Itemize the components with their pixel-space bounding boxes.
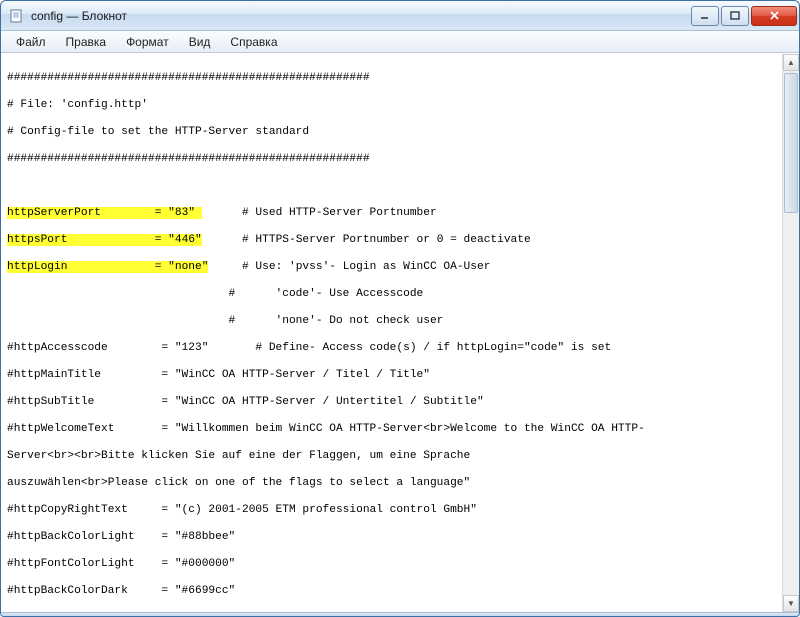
hl-val: "83"	[168, 207, 202, 219]
vertical-scrollbar[interactable]: ▲ ▼	[782, 54, 799, 612]
hl-eq: =	[155, 261, 168, 273]
menubar: Файл Правка Формат Вид Справка	[1, 31, 799, 53]
text-line: #httpFontColorLight = "#000000"	[7, 558, 780, 572]
hl-cmt: # Used HTTP-Server Portnumber	[202, 207, 437, 219]
notepad-window: config — Блокнот Файл Правка Формат Вид …	[0, 0, 800, 617]
hl-key: httpLogin	[7, 261, 155, 273]
window-title: config — Блокнот	[31, 9, 691, 23]
text-line: # Config-file to set the HTTP-Server sta…	[7, 126, 780, 140]
text-line: #httpSubTitle = "WinCC OA HTTP-Server / …	[7, 396, 780, 410]
text-line: #httpWelcomeText = "Willkommen beim WinC…	[7, 423, 780, 437]
titlebar[interactable]: config — Блокнот	[1, 1, 799, 31]
hl-cmt: # Use: 'pvss'- Login as WinCC OA-User	[208, 261, 490, 273]
hl-val: "none"	[168, 261, 208, 273]
hl-eq: =	[155, 207, 168, 219]
menu-file[interactable]: Файл	[7, 33, 55, 51]
scroll-thumb[interactable]	[784, 73, 798, 213]
text-line: #httpFontColorDark = "#ffffff"	[7, 612, 780, 613]
text-line: #httpCopyRightText = "(c) 2001-2005 ETM …	[7, 504, 780, 518]
text-editor[interactable]: ########################################…	[1, 54, 782, 612]
text-line: ########################################…	[7, 153, 780, 167]
menu-help[interactable]: Справка	[221, 33, 286, 51]
text-line: httpServerPort = "83" # Used HTTP-Server…	[7, 207, 780, 221]
window-controls	[691, 6, 797, 26]
text-line: #httpMainTitle = "WinCC OA HTTP-Server /…	[7, 369, 780, 383]
menu-edit[interactable]: Правка	[57, 33, 116, 51]
hl-key: httpServerPort	[7, 207, 155, 219]
text-line: #httpBackColorLight = "#88bbee"	[7, 531, 780, 545]
text-line: auszuwählen<br>Please click on one of th…	[7, 477, 780, 491]
text-line: httpLogin = "none" # Use: 'pvss'- Login …	[7, 261, 780, 275]
scroll-down-button[interactable]: ▼	[783, 595, 799, 612]
text-line	[7, 180, 780, 194]
hl-val: "446"	[168, 234, 202, 246]
text-line: #httpAccesscode = "123" # Define- Access…	[7, 342, 780, 356]
text-line: # 'code'- Use Accesscode	[7, 288, 780, 302]
close-button[interactable]	[751, 6, 797, 26]
minimize-button[interactable]	[691, 6, 719, 26]
notepad-icon	[9, 8, 25, 24]
hl-cmt: # HTTPS-Server Portnumber or 0 = deactiv…	[202, 234, 531, 246]
hl-eq: =	[155, 234, 168, 246]
text-line: #httpBackColorDark = "#6699cc"	[7, 585, 780, 599]
scroll-up-button[interactable]: ▲	[783, 54, 799, 71]
text-line: # 'none'- Do not check user	[7, 315, 780, 329]
window-bottom-frame	[1, 612, 799, 616]
maximize-button[interactable]	[721, 6, 749, 26]
text-line: ########################################…	[7, 72, 780, 86]
content-area: ########################################…	[1, 53, 799, 612]
menu-view[interactable]: Вид	[180, 33, 220, 51]
text-line: httpsPort = "446" # HTTPS-Server Portnum…	[7, 234, 780, 248]
text-line: # File: 'config.http'	[7, 99, 780, 113]
scroll-track[interactable]	[783, 71, 799, 595]
hl-key: httpsPort	[7, 234, 155, 246]
menu-format[interactable]: Формат	[117, 33, 178, 51]
text-line: Server<br><br>Bitte klicken Sie auf eine…	[7, 450, 780, 464]
